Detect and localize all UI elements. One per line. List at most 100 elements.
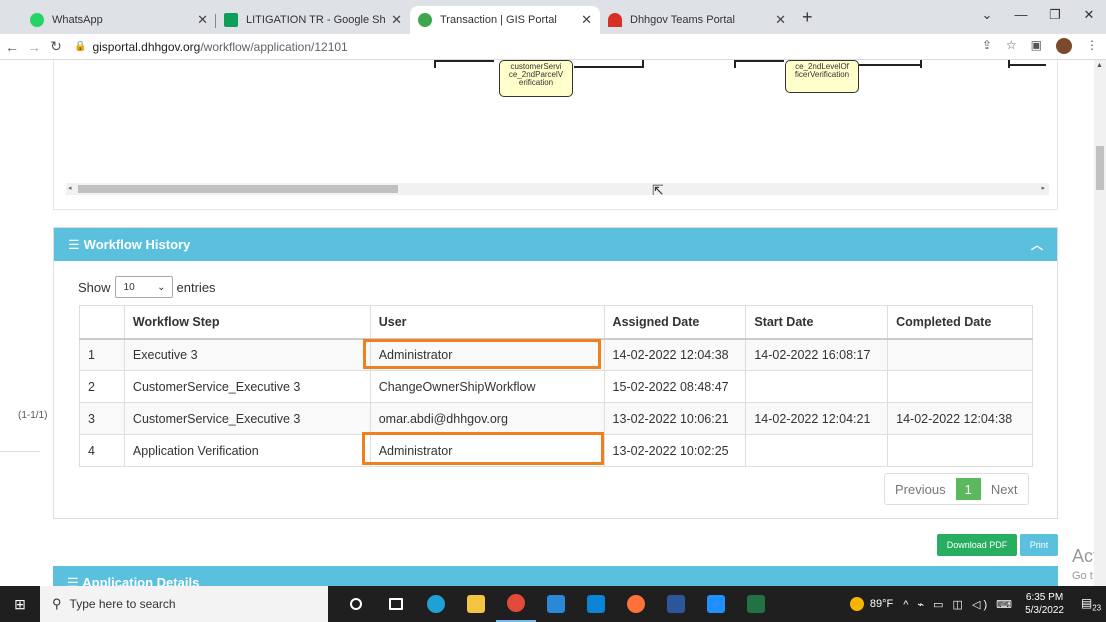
new-tab-button[interactable]: + (802, 7, 813, 28)
notification-icon[interactable]: ▤23 (1076, 596, 1106, 612)
pagination: Previous 1 Next (884, 473, 1029, 505)
restore-button[interactable]: ❐ (1038, 0, 1072, 30)
close-icon[interactable]: ✕ (775, 12, 786, 28)
table-cell: 2 (79, 370, 125, 403)
next-page-button[interactable]: Next (981, 474, 1028, 504)
screen: WhatsApp ✕ LITIGATION TR - Google Sheets… (0, 0, 1106, 622)
table-cell (887, 434, 1033, 467)
scroll-right-icon[interactable]: ▸ (1041, 184, 1045, 192)
table-cell: 4 (79, 434, 125, 467)
url-host: gisportal.dhhgov.org (92, 39, 201, 54)
date: 5/3/2022 (1025, 605, 1064, 616)
chevron-down-icon: ⌄ (157, 281, 166, 293)
close-icon[interactable]: ✕ (197, 12, 208, 28)
highlight-box (362, 432, 604, 465)
url-path: /workflow/application/12101 (200, 39, 348, 54)
teams-portal-icon (608, 13, 622, 27)
highlight-box (363, 339, 601, 369)
browser-tab-bar: WhatsApp ✕ LITIGATION TR - Google Sheets… (0, 0, 1106, 34)
word-icon[interactable] (656, 586, 696, 622)
scroll-up-icon[interactable]: ▲ (1096, 62, 1103, 69)
excel-icon[interactable] (736, 586, 776, 622)
tab-search-icon[interactable]: ⌄ (970, 0, 1004, 30)
page-vertical-scrollbar[interactable]: ▲ (1094, 60, 1106, 586)
profile-avatar[interactable] (1056, 38, 1072, 54)
url-field[interactable]: 🔒 gisportal.dhhgov.org/workflow/applicat… (74, 40, 348, 54)
mouse-cursor-icon: ⇱ (652, 182, 664, 198)
diagram-node-parcel-verification[interactable]: customerServi ce_2ndParcelV erification (499, 60, 573, 97)
close-icon[interactable]: ✕ (581, 12, 592, 28)
clock[interactable]: 6:35 PM 5/3/2022 (1025, 591, 1064, 617)
entries-select[interactable]: 10 ⌄ (114, 276, 173, 298)
close-window-button[interactable]: ✕ (1072, 0, 1106, 30)
taskbar-apps (336, 586, 776, 622)
tab-teams-portal[interactable]: Dhhgov Teams Portal ✕ (600, 6, 794, 34)
back-icon[interactable]: ← (2, 39, 22, 55)
windows-taskbar: ⊞ ⚲ Type here to search 89°F ^ ⌁ ▭ ◫ ◁) … (0, 586, 1106, 622)
workflow-history-header[interactable]: ☰ Workflow History ︿ (54, 228, 1057, 261)
notification-count: 23 (1092, 603, 1102, 613)
panel-title: Workflow History (83, 237, 191, 252)
table-cell: 14-02-2022 12:04:21 (745, 402, 889, 435)
watermark-line2: Go t (1072, 570, 1093, 582)
activation-watermark: Acti Go t (1072, 546, 1094, 586)
close-icon[interactable]: ✕ (391, 12, 402, 28)
temperature: 89°F (869, 598, 894, 610)
search-placeholder: Type here to search (69, 597, 176, 611)
reload-icon[interactable]: ↻ (46, 38, 66, 55)
tray-icons[interactable]: ^ ⌁ ▭ ◫ ◁) ⌨ (903, 598, 1015, 611)
column-header[interactable] (79, 305, 125, 340)
file-explorer-icon[interactable] (456, 586, 496, 622)
tab-title: Dhhgov Teams Portal (630, 14, 735, 26)
column-header[interactable]: Completed Date (887, 305, 1033, 340)
column-header[interactable]: Assigned Date (603, 305, 747, 340)
scrollbar-thumb[interactable] (78, 185, 398, 193)
tab-google-sheets[interactable]: LITIGATION TR - Google Sheets ✕ (216, 6, 410, 34)
side-count-label: (1-1/1) (18, 410, 48, 421)
table-row: 3 CustomerService_Executive 3 omar.abdi@… (79, 402, 1033, 435)
menu-icon[interactable]: ⋮ (1086, 38, 1098, 54)
cortana-icon[interactable] (336, 586, 376, 622)
diagram-horizontal-scrollbar[interactable]: ◂ ▸ (66, 183, 1049, 195)
taskbar-search[interactable]: ⚲ Type here to search (40, 586, 328, 622)
collapse-icon[interactable]: ︿ (1031, 236, 1043, 253)
print-button[interactable]: Print (1020, 534, 1058, 556)
share-icon[interactable]: ⇪ (982, 38, 992, 54)
tab-whatsapp[interactable]: WhatsApp ✕ (22, 6, 216, 34)
powerpoint-icon[interactable] (696, 586, 736, 622)
panel-title: Application Details (82, 575, 200, 586)
table-cell: 13-02-2022 10:06:21 (603, 402, 747, 435)
firefox-icon[interactable] (616, 586, 656, 622)
page-1-button[interactable]: 1 (955, 478, 981, 500)
mail-icon[interactable] (576, 586, 616, 622)
weather-widget[interactable]: 89°F (849, 597, 894, 611)
task-view-icon[interactable] (376, 586, 416, 622)
window-controls: ⌄ — ❐ ✕ (970, 0, 1106, 30)
watermark-line1: Acti (1072, 546, 1094, 566)
forward-icon[interactable]: → (24, 39, 44, 55)
diagram-node-officer-verification[interactable]: ce_2ndLevelOf ficerVerification (785, 60, 859, 93)
windows-start-icon[interactable]: ⊞ (0, 596, 40, 613)
column-header[interactable]: Start Date (745, 305, 889, 340)
application-details-header[interactable]: ☰ Application Details (53, 566, 1058, 586)
table-cell (887, 338, 1033, 371)
table-cell (745, 370, 889, 403)
table-cell: CustomerService_Executive 3 (123, 402, 371, 435)
scroll-left-icon[interactable]: ◂ (68, 184, 72, 192)
tab-gis-portal[interactable]: Transaction | GIS Portal ✕ (410, 6, 600, 34)
minimize-button[interactable]: — (1004, 0, 1038, 30)
scrollbar-thumb[interactable] (1096, 146, 1104, 190)
edge-icon[interactable] (416, 586, 456, 622)
sidepanel-icon[interactable]: ▣ (1031, 38, 1042, 54)
previous-page-button[interactable]: Previous (885, 474, 956, 504)
store-icon[interactable] (536, 586, 576, 622)
chrome-icon[interactable] (496, 586, 536, 622)
download-pdf-button[interactable]: Download PDF (937, 534, 1017, 556)
column-header[interactable]: Workflow Step (123, 305, 371, 340)
list-icon: ☰ (68, 236, 80, 252)
column-header[interactable]: User (369, 305, 605, 340)
bookmark-star-icon[interactable]: ☆ (1006, 38, 1017, 54)
whatsapp-icon (30, 13, 44, 27)
workflow-history-panel: ☰ Workflow History ︿ Show 10 ⌄ entries W… (53, 227, 1058, 519)
system-tray: 89°F ^ ⌁ ▭ ◫ ◁) ⌨ 6:35 PM 5/3/2022 ▤23 (849, 586, 1106, 622)
